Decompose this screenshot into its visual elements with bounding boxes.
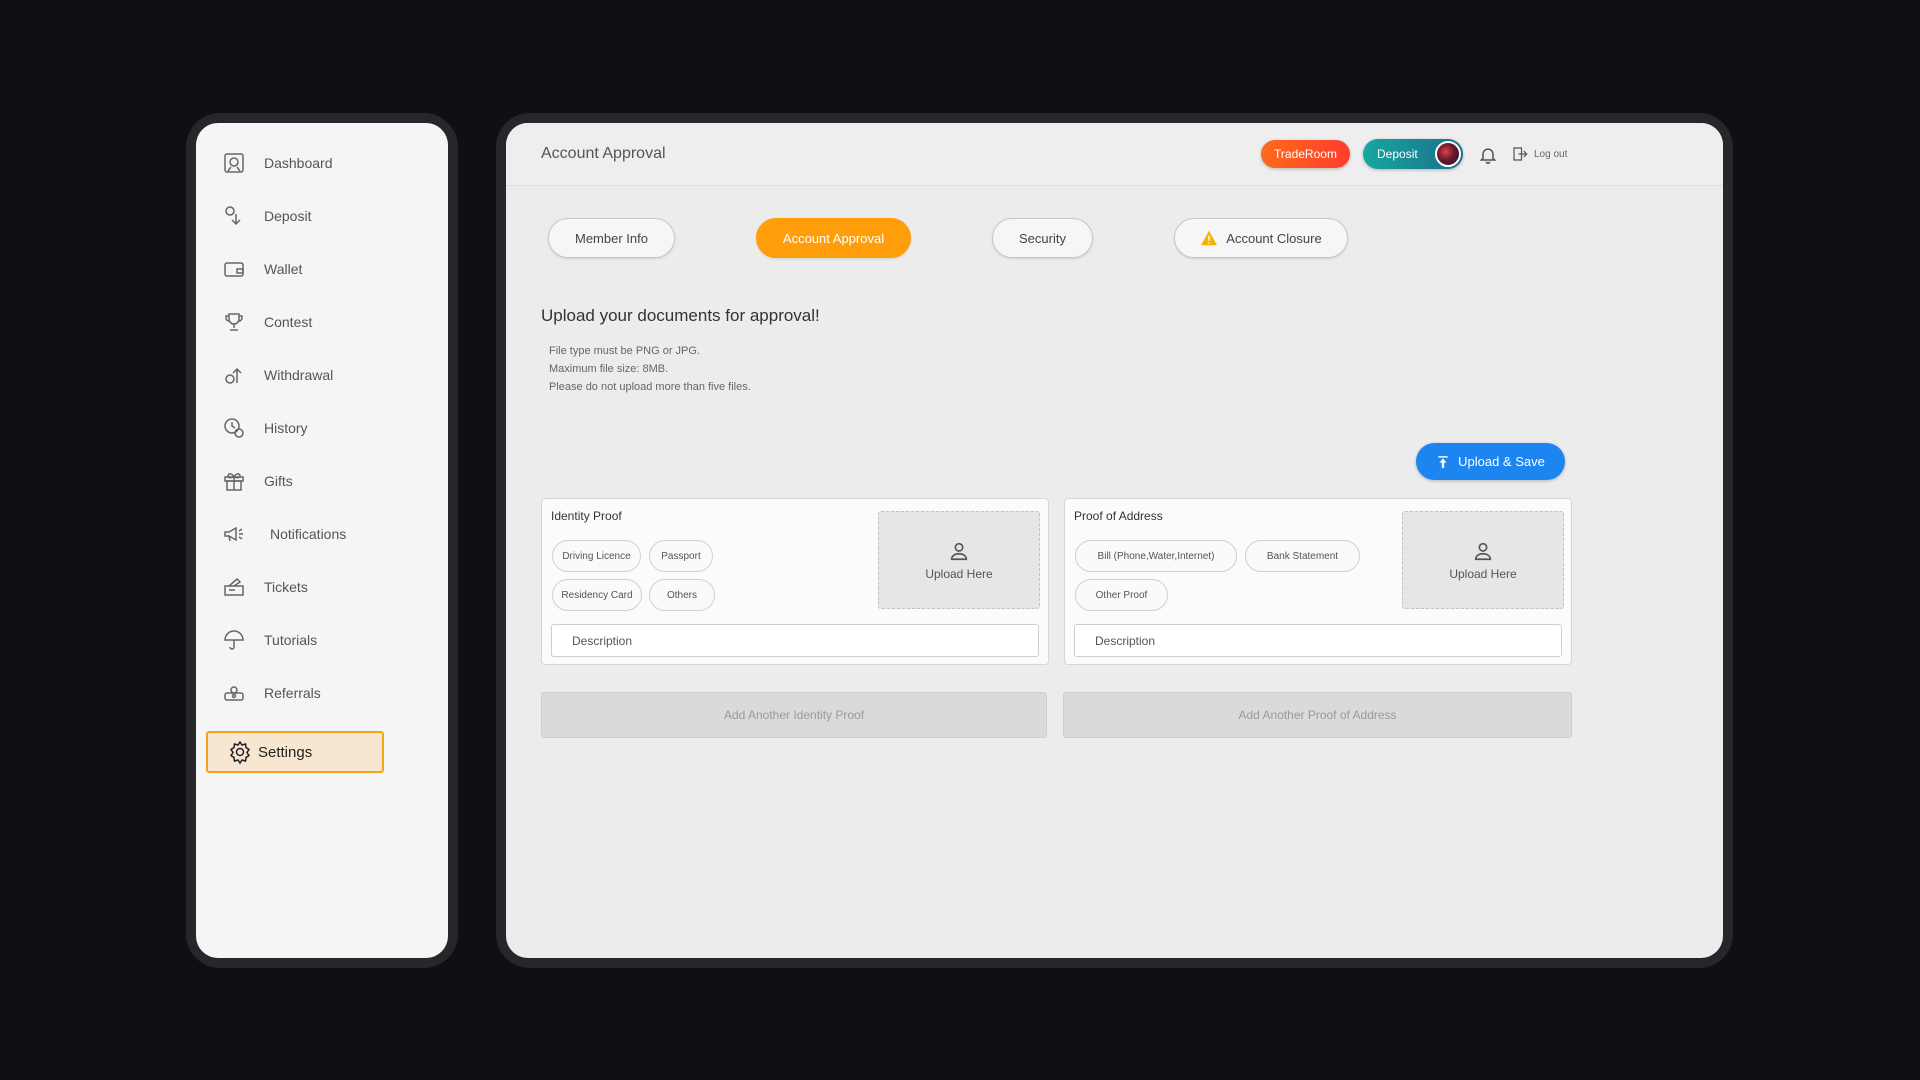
ticket-icon [224, 577, 244, 596]
upload-icon [1438, 455, 1448, 468]
sidebar-item-label: Referrals [264, 685, 321, 701]
sidebar-item-dashboard[interactable]: Dashboard [222, 145, 333, 181]
sidebar: Dashboard Deposit Wallet Contest Withdra… [196, 123, 448, 958]
rule-text: Please do not upload more than five file… [549, 381, 751, 393]
dashboard-icon [224, 153, 244, 173]
rule-text: Maximum file size: 8MB. [549, 363, 669, 375]
deposit-icon [225, 206, 241, 226]
tab-label: Account Approval [782, 230, 885, 246]
tab-account-closure[interactable]: Account Closure [1174, 218, 1348, 258]
tab-member-info[interactable]: Member Info [548, 218, 675, 258]
traderoom-button[interactable]: TradeRoom [1261, 140, 1350, 168]
sidebar-item-settings[interactable]: Settings [206, 731, 384, 773]
chip-other-proof[interactable]: Other Proof [1075, 579, 1168, 611]
card-title: Identity Proof [551, 509, 622, 523]
sidebar-item-notifications[interactable]: Notifications [222, 516, 346, 552]
address-upload-dropzone[interactable]: Upload Here [1402, 511, 1564, 609]
sidebar-item-label: Settings [258, 743, 313, 761]
card-title: Proof of Address [1074, 509, 1163, 523]
deposit-button-label: Deposit [1377, 147, 1418, 161]
sidebar-item-label: Deposit [264, 208, 312, 224]
person-icon [950, 542, 968, 560]
page-title: Account Approval [541, 145, 666, 162]
megaphone-icon [224, 526, 243, 542]
sidebar-item-label: Contest [264, 314, 313, 330]
trophy-icon [225, 313, 243, 331]
tab-label: Account Closure [1226, 230, 1322, 246]
chip-bill[interactable]: Bill (Phone,Water,Internet) [1075, 540, 1237, 572]
upload-save-label: Upload & Save [1458, 454, 1545, 469]
upload-rules: File type must be PNG or JPG. Maximum fi… [549, 342, 751, 396]
main-panel: Account Approval TradeRoom Deposit Log o… [506, 123, 1723, 958]
sidebar-item-label: Wallet [264, 261, 303, 277]
sidebar-item-label: Dashboard [264, 155, 333, 171]
sidebar-item-gifts[interactable]: Gifts [222, 463, 293, 499]
avatar[interactable] [1435, 141, 1461, 167]
identity-description-input[interactable] [551, 624, 1039, 657]
wallet-icon [224, 262, 244, 277]
dropzone-label: Upload Here [1449, 566, 1517, 581]
identity-upload-dropzone[interactable]: Upload Here [878, 511, 1040, 609]
sidebar-item-wallet[interactable]: Wallet [222, 251, 302, 287]
person-icon [1474, 542, 1492, 560]
sidebar-item-tickets[interactable]: Tickets [222, 569, 308, 605]
referrals-icon [224, 686, 244, 701]
logout-icon [1513, 147, 1528, 161]
rule-text: File type must be PNG or JPG. [549, 345, 700, 357]
add-proof-of-address-button[interactable]: Add Another Proof of Address [1063, 692, 1572, 738]
chip-passport[interactable]: Passport [649, 540, 713, 572]
identity-proof-card: Identity Proof Driving Licence Passport … [541, 498, 1049, 665]
sidebar-item-label: History [264, 420, 308, 436]
chip-bank-statement[interactable]: Bank Statement [1245, 540, 1360, 572]
sidebar-item-label: Withdrawal [264, 367, 334, 383]
top-bar: Account Approval TradeRoom Deposit Log o… [506, 123, 1723, 186]
umbrella-icon [224, 630, 244, 650]
sidebar-item-withdrawal[interactable]: Withdrawal [222, 357, 333, 393]
tab-label: Member Info [575, 230, 648, 246]
sidebar-item-history[interactable]: History [222, 410, 308, 446]
sidebar-item-label: Notifications [270, 526, 347, 542]
sidebar-item-referrals[interactable]: Referrals [222, 675, 321, 711]
tab-label: Security [1019, 230, 1066, 246]
sidebar-item-label: Tickets [264, 579, 308, 595]
upload-save-button[interactable]: Upload & Save [1416, 443, 1565, 480]
sidebar-item-label: Tutorials [264, 632, 318, 648]
warning-icon [1201, 230, 1218, 246]
address-description-input[interactable] [1074, 624, 1562, 657]
sidebar-item-tutorials[interactable]: Tutorials [222, 622, 317, 658]
chip-driving-licence[interactable]: Driving Licence [552, 540, 641, 572]
upload-heading: Upload your documents for approval! [541, 306, 820, 325]
deposit-button[interactable]: Deposit [1363, 139, 1463, 169]
sidebar-item-label: Gifts [264, 473, 293, 489]
logout-button[interactable]: Log out [1511, 145, 1567, 163]
add-identity-proof-button[interactable]: Add Another Identity Proof [541, 692, 1047, 738]
withdrawal-icon [225, 367, 242, 384]
logout-label: Log out [1534, 148, 1568, 160]
chip-residency-card[interactable]: Residency Card [552, 579, 642, 611]
gear-icon [229, 740, 251, 764]
bell-icon[interactable] [1478, 145, 1498, 165]
history-icon [224, 418, 244, 438]
gift-icon [224, 473, 244, 491]
tab-account-approval[interactable]: Account Approval [756, 218, 911, 258]
dropzone-label: Upload Here [925, 566, 993, 581]
chip-others[interactable]: Others [649, 579, 715, 611]
proof-of-address-card: Proof of Address Bill (Phone,Water,Inter… [1064, 498, 1572, 665]
tab-security[interactable]: Security [992, 218, 1093, 258]
sidebar-item-deposit[interactable]: Deposit [222, 198, 311, 234]
sidebar-item-contest[interactable]: Contest [222, 304, 312, 340]
